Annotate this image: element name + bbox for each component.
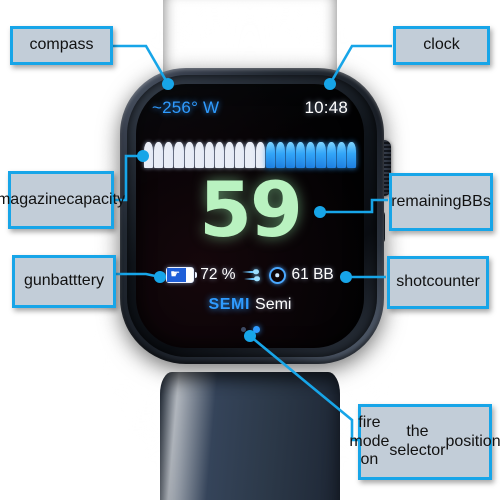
- callout-line: magazine: [0, 190, 67, 208]
- callout-line: shot: [396, 273, 427, 291]
- callout-compass: compass: [10, 26, 113, 65]
- callout-line: BBs: [461, 192, 491, 210]
- magazine-bullet: [326, 142, 336, 168]
- fire-mode-row: SEMI Semi: [136, 296, 364, 314]
- magazine-bullet: [174, 142, 184, 168]
- magazine-capacity-bar: [141, 138, 359, 168]
- lightning-bolt-icon: ☛: [170, 268, 181, 281]
- callout-line: gun: [23, 272, 51, 290]
- magazine-bullet: [306, 142, 316, 168]
- remaining-bbs-value: 59: [199, 165, 303, 254]
- bbs-in-flight-icon: [241, 268, 263, 283]
- magazine-bullet: [184, 142, 194, 168]
- compass-reading: ~256° W: [152, 98, 220, 117]
- callout-shot-counter: shot counter: [387, 256, 489, 309]
- callout-clock: clock: [393, 26, 490, 65]
- callout-line: fire mode on: [349, 414, 390, 469]
- magazine-bullet: [346, 142, 356, 168]
- fire-mode-secondary: Semi: [255, 296, 292, 313]
- callout-magazine-capacity: magazine capacity: [0, 171, 125, 229]
- callout-remaining-bbs: remaining BBs: [389, 173, 493, 231]
- magazine-bullet: [164, 142, 174, 168]
- clock-time: 10:48: [304, 98, 348, 117]
- magazine-bullet: [154, 142, 164, 168]
- callout-line: compass: [29, 36, 94, 54]
- battery-charging-icon: ☛: [166, 267, 198, 283]
- screenshot-root: ~256° W 10:48 59 ☛ 72 % 61 BB SEMISemi: [0, 0, 500, 500]
- magazine-bullet: [144, 142, 154, 168]
- page-dot[interactable]: [240, 327, 246, 332]
- callout-line: counter: [426, 273, 480, 291]
- callout-line: the selector: [389, 423, 446, 459]
- callout-line: remaining: [391, 192, 462, 210]
- gun-battery-value: 72 %: [200, 266, 236, 283]
- page-dot[interactable]: [252, 326, 260, 333]
- callout-gun-battery: gun batttery: [12, 255, 116, 308]
- shot-counter-value: 61 BB: [291, 266, 334, 283]
- page-indicator-dots[interactable]: [136, 326, 364, 333]
- magazine-bullet: [316, 142, 326, 168]
- screen-status-bar: ~256° W 10:48: [136, 98, 364, 118]
- watch-band-bottom: [160, 372, 340, 500]
- target-circle-icon: [268, 266, 286, 284]
- callout-line: clock: [423, 36, 460, 54]
- callout-line: position: [445, 432, 500, 450]
- magazine-bullet: [336, 142, 346, 168]
- callout-line: batttery: [50, 272, 105, 290]
- callout-line: capacity: [66, 190, 126, 208]
- fire-mode-primary: SEMI: [208, 296, 251, 313]
- watch-screen[interactable]: ~256° W 10:48 59 ☛ 72 % 61 BB SEMI Semi: [136, 84, 364, 348]
- screen-info-row: ☛ 72 % 61 BB: [136, 266, 364, 284]
- callout-fire-mode: fire mode on the selector position: [349, 404, 500, 480]
